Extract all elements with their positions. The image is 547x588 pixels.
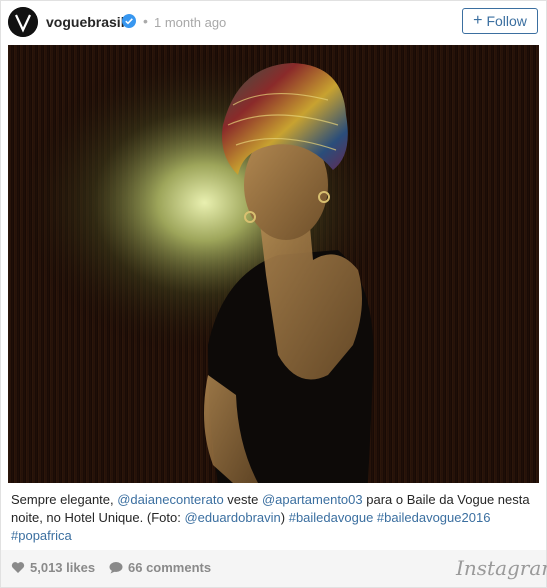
post-timestamp[interactable]: 1 month ago [154,15,226,30]
username[interactable]: voguebrasil [46,14,125,30]
hashtag-link[interactable]: #bailedavogue2016 [377,510,491,525]
instagram-logo[interactable]: Instagram [456,556,547,580]
post-caption: Sempre elegante, @daianeconterato veste … [11,491,536,545]
likes-label: 5,013 likes [30,560,96,575]
photo-image [8,45,539,483]
caption-text: ) [280,510,289,525]
heart-icon [11,562,25,573]
mention-link[interactable]: @apartamento03 [262,492,363,507]
hashtag-link[interactable]: #popafrica [11,528,72,543]
verified-badge-icon [122,14,136,28]
comments-count[interactable]: 66 comments [109,560,211,575]
follow-button[interactable]: + Follow [462,8,538,34]
speech-bubble-icon [109,562,123,574]
caption-text: Sempre elegante, [11,492,118,507]
likes-count[interactable]: 5,013 likes [11,560,95,575]
mention-link[interactable]: @eduardobravin [184,510,280,525]
instagram-embed-card: voguebrasil • 1 month ago + Follow Sempr… [0,0,547,588]
post-photo[interactable] [8,45,539,483]
hashtag-link[interactable]: #bailedavogue [289,510,374,525]
post-header: voguebrasil • 1 month ago + Follow [1,1,546,43]
caption-text: veste [223,492,262,507]
plus-icon: + [473,12,483,29]
comments-label: 66 comments [128,560,212,575]
avatar[interactable] [8,7,38,37]
separator-dot: • [143,13,148,29]
follow-label: Follow [486,13,527,29]
mention-link[interactable]: @daianeconterato [117,492,223,507]
post-footer: 5,013 likes 66 comments Instagram [1,550,547,587]
